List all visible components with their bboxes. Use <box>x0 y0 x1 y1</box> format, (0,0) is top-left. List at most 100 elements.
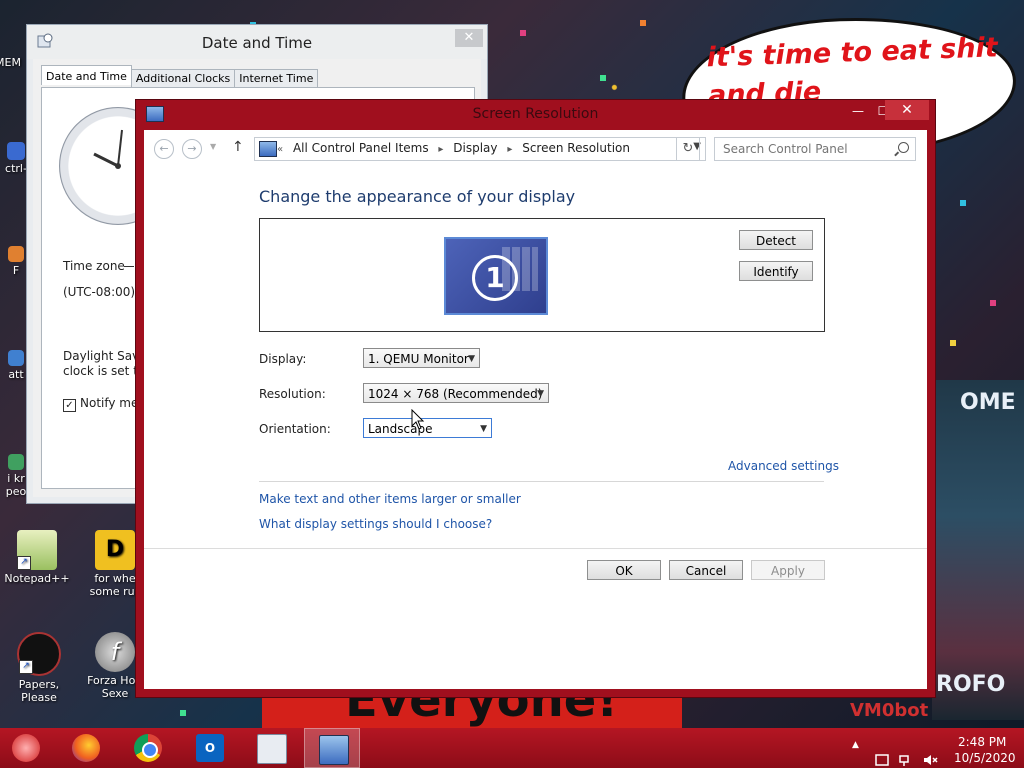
date-time-close-button[interactable]: ✕ <box>455 29 483 47</box>
wallpaper-sign-area <box>932 380 1024 720</box>
breadcrumb-separator-icon: ▸ <box>438 144 444 155</box>
divider <box>124 266 134 267</box>
orientation-label: Orientation: <box>259 422 331 436</box>
confetti <box>180 710 186 716</box>
text-size-link[interactable]: Make text and other items larger or smal… <box>259 492 521 506</box>
taskbar-time[interactable]: 2:48 PM <box>958 735 1006 749</box>
wallpaper-sign-text: ROFO <box>936 672 1006 697</box>
outlook-icon: O <box>196 734 224 762</box>
control-panel-icon <box>319 735 349 765</box>
checkbox-checked-icon[interactable]: ✓ <box>63 399 76 412</box>
confetti <box>990 300 996 306</box>
desktop-icon-label: att <box>8 368 24 381</box>
orientation-select[interactable]: Landscape ▼ <box>363 418 492 438</box>
desktop-icon-label: i kr peo <box>5 472 27 498</box>
display-label: Display: <box>259 352 307 366</box>
wallpaper-sign-text: OME <box>960 390 1016 415</box>
monitor-number: 1 <box>472 255 518 301</box>
up-arrow-icon[interactable]: ↑ <box>232 139 244 155</box>
desktop-icon-notepad[interactable]: ↗ Notepad++ <box>2 530 72 585</box>
breadcrumb-item-all-control-panel-items[interactable]: All Control Panel Items <box>293 141 429 155</box>
taskbar-screen-resolution[interactable] <box>304 728 360 768</box>
shortcut-icon <box>7 142 25 160</box>
apply-button[interactable]: Apply <box>751 560 825 580</box>
desktop-icon-label: Papers, Please <box>18 678 60 704</box>
identify-button[interactable]: Identify <box>739 261 813 281</box>
screen-resolution-window: Screen Resolution — ☐ ✕ ← → ▼ ↑ « All Co… <box>135 99 936 698</box>
desktop-icon-label: for whe some rus <box>89 572 141 598</box>
calendar-clock-icon <box>257 734 287 764</box>
refresh-icon[interactable]: ↻ <box>676 137 700 161</box>
confetti <box>600 75 606 81</box>
time-zone-label: Time zone <box>63 259 125 273</box>
search-input[interactable] <box>721 141 890 157</box>
tab-date-and-time[interactable]: Date and Time <box>41 65 132 85</box>
advanced-settings-link[interactable]: Advanced settings <box>728 459 839 473</box>
confetti <box>960 200 966 206</box>
resolution-select-value: 1024 × 768 (Recommended) <box>368 387 543 401</box>
detect-button[interactable]: Detect <box>739 230 813 250</box>
desktop-icon-papers-please[interactable]: ↗ Papers, Please <box>4 632 74 704</box>
document-icon: D <box>95 530 135 570</box>
notify-checkbox[interactable]: ✓ Notify me <box>63 396 138 412</box>
taskbar-firefox[interactable] <box>58 728 114 768</box>
cancel-button[interactable]: Cancel <box>669 560 743 580</box>
breadcrumb-separator-icon: ▸ <box>507 144 513 155</box>
shortcut-icon <box>8 454 24 470</box>
date-time-tabs: Date and Time Additional Clocks Internet T… <box>41 65 319 87</box>
chevron-down-icon: ▼ <box>537 389 544 399</box>
start-button[interactable] <box>0 728 56 768</box>
resolution-select[interactable]: 1024 × 768 (Recommended) ▼ <box>363 383 549 403</box>
screen-resolution-body: ← → ▼ ↑ « All Control Panel Items ▸ Disp… <box>144 130 927 689</box>
tab-additional-clocks[interactable]: Additional Clocks <box>130 69 236 87</box>
forward-arrow-icon[interactable]: → <box>182 139 202 159</box>
tab-internet-time[interactable]: Internet Time <box>234 69 319 87</box>
flash-icon: f <box>95 632 135 672</box>
chrome-center-icon <box>142 742 158 758</box>
show-hidden-icons-button[interactable]: ▲ <box>852 740 859 780</box>
breadcrumb: « All Control Panel Items ▸ Display ▸ Sc… <box>277 141 636 155</box>
date-time-title: Date and Time <box>201 34 313 52</box>
recent-locations-chevron-icon[interactable]: ▼ <box>210 142 216 151</box>
breadcrumb-item-display[interactable]: Display <box>453 141 497 155</box>
taskbar-date[interactable]: 10/5/2020 <box>954 751 1016 765</box>
ok-button[interactable]: OK <box>587 560 661 580</box>
mouse-cursor-icon <box>411 409 425 430</box>
taskbar-outlook[interactable]: O <box>182 728 238 768</box>
taskbar-date-time[interactable] <box>243 728 299 768</box>
display-select[interactable]: 1. QEMU Monitor ▼ <box>363 348 480 368</box>
display-help-link[interactable]: What display settings should I choose? <box>259 517 492 531</box>
breadcrumb-overflow-icon[interactable]: « <box>277 144 283 155</box>
taskbar-chrome[interactable] <box>120 728 176 768</box>
breadcrumb-item-screen-resolution[interactable]: Screen Resolution <box>522 141 630 155</box>
shortcut-arrow-icon: ↗ <box>19 660 33 674</box>
network-icon[interactable] <box>898 740 914 780</box>
back-arrow-icon[interactable]: ← <box>154 139 174 159</box>
wallpaper-sign-text: VM0bot <box>850 700 929 721</box>
confetti <box>520 30 526 36</box>
display-select-value: 1. QEMU Monitor <box>368 352 469 366</box>
footer-divider <box>144 548 927 549</box>
volume-muted-icon[interactable] <box>922 740 938 780</box>
resolution-label: Resolution: <box>259 387 326 401</box>
date-time-titlebar[interactable]: Date and Time ✕ <box>27 25 487 59</box>
address-bar[interactable]: « All Control Panel Items ▸ Display ▸ Sc… <box>254 137 706 161</box>
monitor-preview-area: 1 Detect Identify <box>259 218 825 332</box>
chevron-down-icon: ▼ <box>480 424 487 434</box>
minimize-button[interactable]: — <box>845 102 871 120</box>
chrome-icon <box>134 734 162 762</box>
navigation-bar: ← → ▼ ↑ « All Control Panel Items ▸ Disp… <box>144 130 927 166</box>
search-icon[interactable] <box>898 142 909 153</box>
page-title: Change the appearance of your display <box>259 187 576 206</box>
confetti <box>640 20 646 26</box>
desktop-icon-label: MEM <box>0 56 21 69</box>
shortcut-icon <box>8 246 24 262</box>
shortcut-icon <box>8 350 24 366</box>
action-center-icon[interactable] <box>874 740 890 780</box>
close-button[interactable]: ✕ <box>885 100 929 120</box>
monitor-icon[interactable]: 1 <box>444 237 548 315</box>
confetti <box>950 340 956 346</box>
start-orb-icon <box>12 734 40 762</box>
search-box[interactable] <box>714 137 916 161</box>
desktop-icon-label: ctrl- <box>5 162 27 175</box>
